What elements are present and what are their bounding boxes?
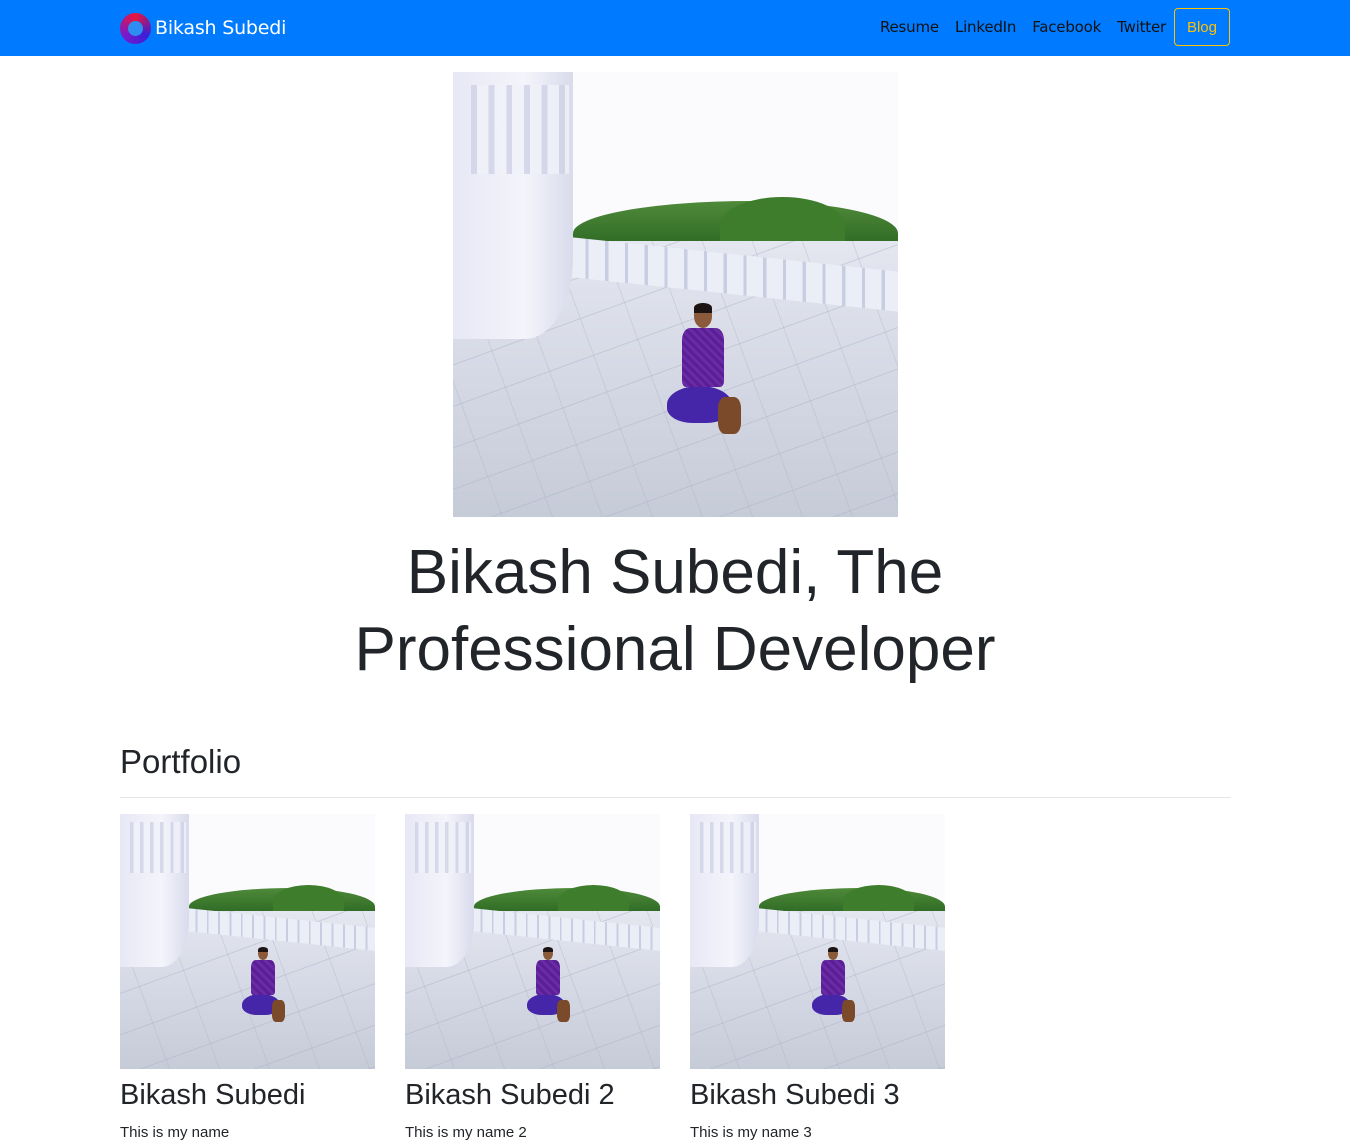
hero-photo xyxy=(453,72,898,517)
brand-text: Bikash Subedi xyxy=(155,17,287,39)
nav-link-facebook[interactable]: Facebook xyxy=(1032,18,1101,36)
portfolio-card[interactable]: Bikash Subedi 2 This is my name 2 xyxy=(405,814,660,1143)
section-divider xyxy=(120,797,1231,798)
card-text: This is my name 3 xyxy=(690,1124,812,1141)
nav-link-twitter[interactable]: Twitter xyxy=(1117,18,1166,36)
nav-link-resume[interactable]: Resume xyxy=(880,18,939,36)
card-title: Bikash Subedi xyxy=(120,1079,306,1111)
portfolio-photo[interactable] xyxy=(405,814,660,1069)
card-title: Bikash Subedi 3 xyxy=(690,1079,900,1111)
portfolio-card[interactable]: Bikash Subedi 3 This is my name 3 xyxy=(690,814,945,1143)
portfolio-card[interactable]: Bikash Subedi This is my name xyxy=(120,814,375,1143)
navbar: Bikash Subedi Resume LinkedIn Facebook T… xyxy=(0,0,1350,56)
card-title: Bikash Subedi 2 xyxy=(405,1079,615,1111)
blog-button[interactable]: Blog xyxy=(1173,8,1230,46)
card-text: This is my name 2 xyxy=(405,1124,527,1141)
portfolio-photo[interactable] xyxy=(690,814,945,1069)
portfolio-photo[interactable] xyxy=(120,814,375,1069)
card-text: This is my name xyxy=(120,1124,230,1141)
ring-logo-icon xyxy=(120,12,151,44)
portfolio-heading: Portfolio xyxy=(120,743,242,780)
hero-title: Bikash Subedi, The Professional Develope… xyxy=(354,538,996,684)
nav-link-linkedin[interactable]: LinkedIn xyxy=(955,18,1016,36)
brand-link[interactable]: Bikash Subedi xyxy=(120,12,286,44)
nav-links: Resume LinkedIn Facebook Twitter Blog xyxy=(880,8,1230,46)
